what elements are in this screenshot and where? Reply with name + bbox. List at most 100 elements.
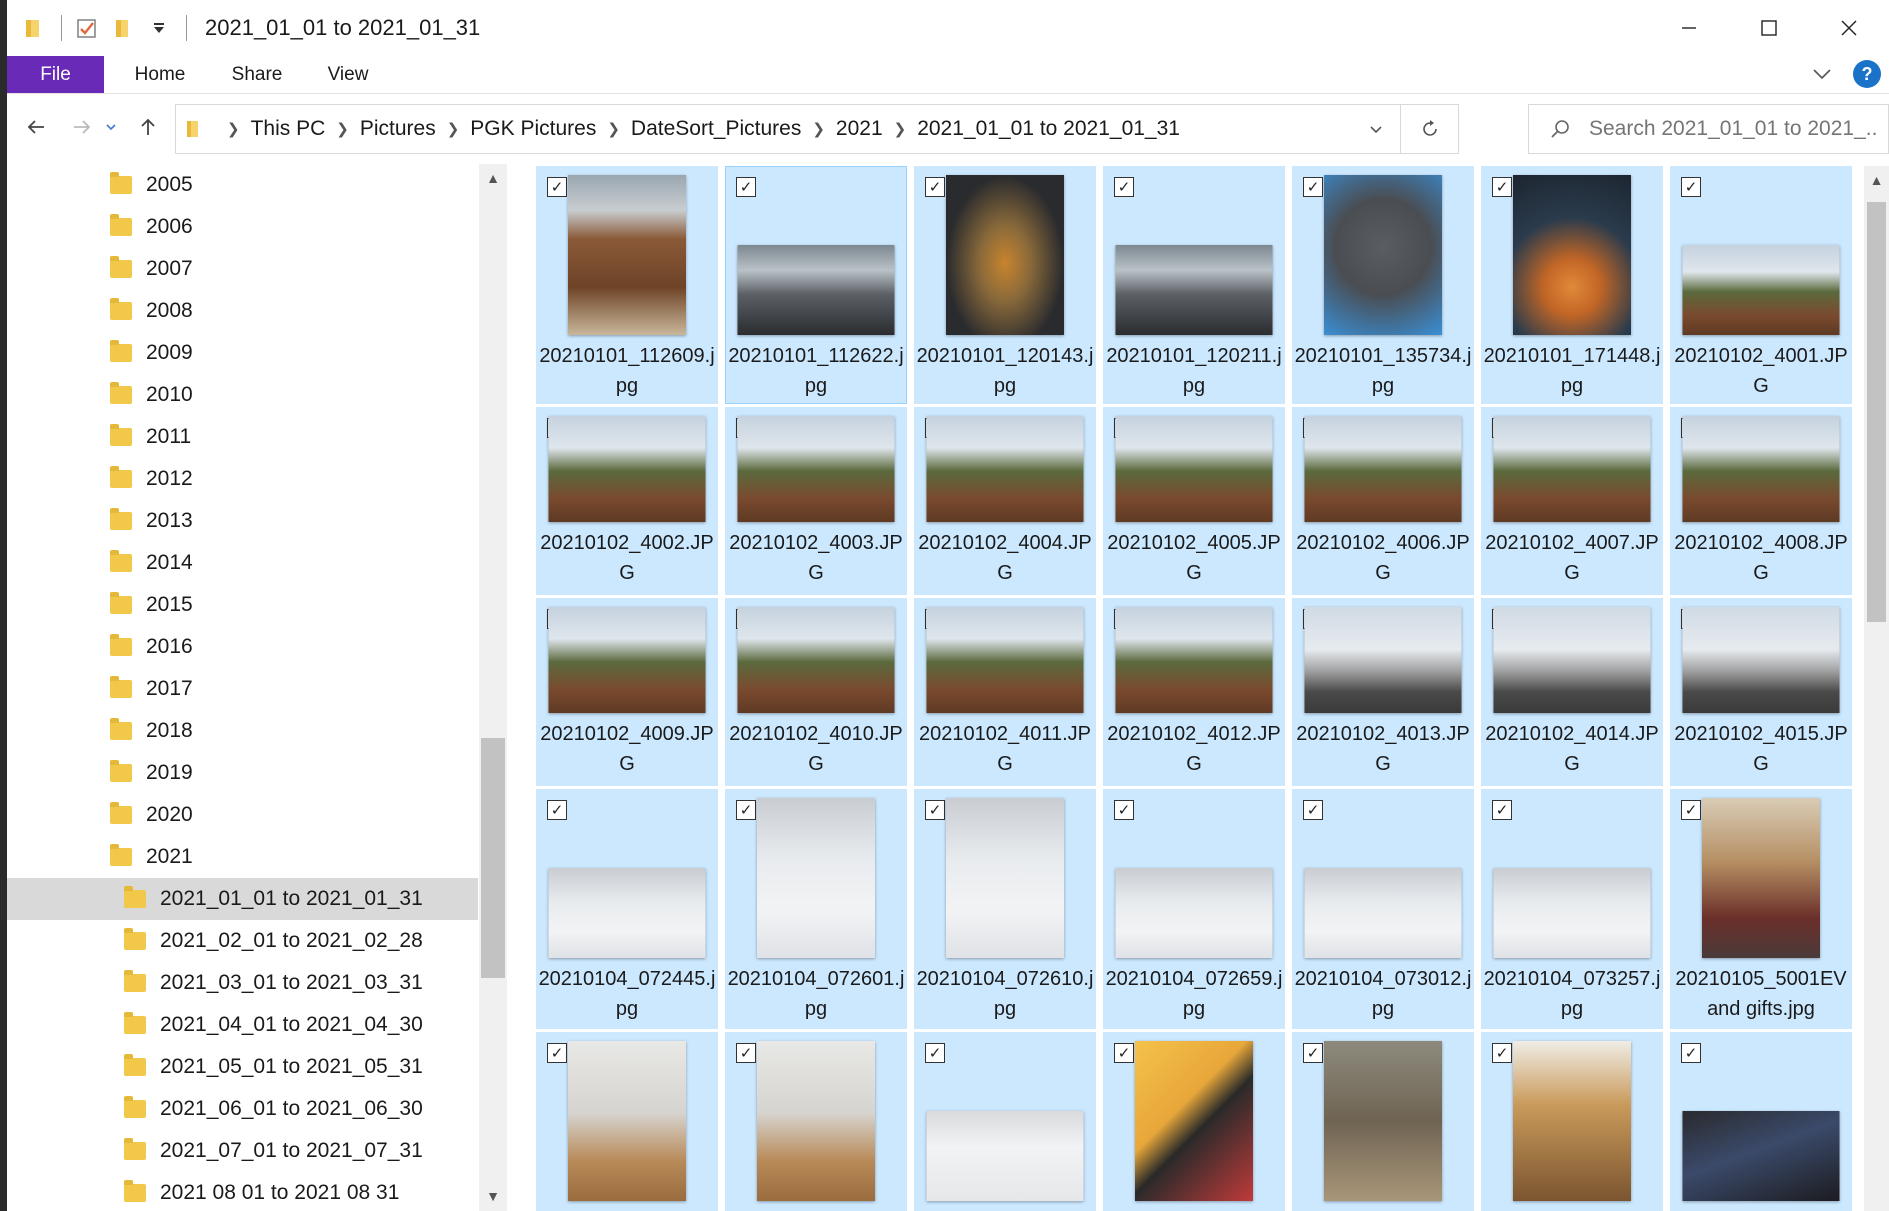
checkbox-icon[interactable]: ✓ [736, 1043, 756, 1063]
crumb-pictures[interactable]: Pictures [360, 117, 436, 141]
tree-subitem-2021-03[interactable]: 2021_03_01 to 2021_03_31 [7, 962, 478, 1004]
file-item[interactable]: ✓ 20210101_120211.jpg [1103, 166, 1285, 404]
file-item[interactable]: ✓20210102_4014.JPG [1481, 598, 1663, 786]
checkbox-icon[interactable]: ✓ [1114, 177, 1134, 197]
new-folder-icon[interactable] [110, 15, 136, 41]
file-item[interactable]: ✓ [1670, 1032, 1852, 1211]
checkbox-icon[interactable]: ✓ [1303, 177, 1323, 197]
checkbox-icon[interactable]: ✓ [1681, 800, 1701, 820]
file-item[interactable]: ✓20210102_4009.JPG [536, 598, 718, 786]
crumb-separator-icon[interactable]: ❯ [894, 120, 907, 138]
checkbox-icon[interactable]: ✓ [547, 177, 567, 197]
recent-dropdown-icon[interactable] [101, 110, 121, 144]
close-button[interactable] [1809, 0, 1889, 56]
crumb-separator-icon[interactable]: ❯ [447, 120, 460, 138]
scroll-down-arrow-icon[interactable]: ▼ [479, 1182, 507, 1210]
up-arrow-icon[interactable] [131, 110, 165, 144]
tree-item-2007[interactable]: 2007 [7, 248, 478, 290]
file-item[interactable]: ✓ [1292, 1032, 1474, 1211]
checkbox-icon[interactable]: ✓ [736, 177, 756, 197]
file-item[interactable]: ✓ 20210104_073257.jpg [1481, 789, 1663, 1029]
checkbox-icon[interactable]: ✓ [1114, 1043, 1134, 1063]
checkbox-icon[interactable]: ✓ [1303, 800, 1323, 820]
crumb-this-pc[interactable]: This PC [251, 117, 326, 141]
tree-item-2021[interactable]: 2021 [7, 836, 478, 878]
crumb-separator-icon[interactable]: ❯ [607, 120, 620, 138]
tree-subitem-2021-04[interactable]: 2021_04_01 to 2021_04_30 [7, 1004, 478, 1046]
checkbox-icon[interactable]: ✓ [925, 1043, 945, 1063]
checkbox-icon[interactable]: ✓ [1492, 1043, 1512, 1063]
tree-item-2014[interactable]: 2014 [7, 542, 478, 584]
content-scrollbar[interactable]: ▲ [1864, 166, 1889, 1211]
scroll-up-arrow-icon[interactable]: ▲ [479, 164, 507, 192]
file-item[interactable]: ✓20210102_4004.JPG [914, 407, 1096, 595]
file-item[interactable]: ✓20210102_4010.JPG [725, 598, 907, 786]
expand-ribbon-chevron-icon[interactable] [1811, 63, 1833, 85]
tree-subitem-2021-05[interactable]: 2021_05_01 to 2021_05_31 [7, 1046, 478, 1088]
tab-home[interactable]: Home [117, 56, 203, 93]
help-icon[interactable]: ? [1853, 60, 1881, 88]
file-item[interactable]: ✓ 20210101_171448.jpg [1481, 166, 1663, 404]
minimize-button[interactable] [1649, 0, 1729, 56]
crumb-current-folder[interactable]: 2021_01_01 to 2021_01_31 [917, 117, 1180, 141]
file-item[interactable]: ✓20210102_4002.JPG [536, 407, 718, 595]
tree-item-2005[interactable]: 2005 [7, 164, 478, 206]
file-item[interactable]: ✓ [914, 1032, 1096, 1211]
customize-dropdown-icon[interactable] [146, 15, 172, 41]
checkbox-icon[interactable]: ✓ [925, 177, 945, 197]
address-dropdown-icon[interactable] [1350, 105, 1400, 153]
checkbox-icon[interactable]: ✓ [925, 800, 945, 820]
checkbox-icon[interactable]: ✓ [1303, 1043, 1323, 1063]
address-bar[interactable]: ❯ This PC ❯ Pictures ❯ PGK Pictures ❯ Da… [175, 104, 1459, 154]
file-item[interactable]: ✓ 20210105_5001EV and gifts.jpg [1670, 789, 1852, 1029]
checkbox-icon[interactable]: ✓ [547, 800, 567, 820]
file-item[interactable]: ✓20210102_4008.JPG [1670, 407, 1852, 595]
tree-subitem-2021-01[interactable]: 2021_01_01 to 2021_01_31 [7, 878, 478, 920]
tree-item-2020[interactable]: 2020 [7, 794, 478, 836]
file-item[interactable]: ✓ 20210102_4001.JPG [1670, 166, 1852, 404]
tree-item-2016[interactable]: 2016 [7, 626, 478, 668]
crumb-pgk-pictures[interactable]: PGK Pictures [470, 117, 596, 141]
file-item[interactable]: ✓ [725, 1032, 907, 1211]
search-input[interactable] [1589, 117, 1879, 141]
file-item[interactable]: ✓20210102_4013.JPG [1292, 598, 1474, 786]
file-item[interactable]: ✓ 20210104_072610.jpg [914, 789, 1096, 1029]
file-item[interactable]: ✓20210102_4011.JPG [914, 598, 1096, 786]
tree-item-2015[interactable]: 2015 [7, 584, 478, 626]
checkbox-icon[interactable]: ✓ [1114, 800, 1134, 820]
tree-item-2009[interactable]: 2009 [7, 332, 478, 374]
tab-share[interactable]: Share [215, 56, 299, 93]
file-item[interactable]: ✓ 20210104_072445.jpg [536, 789, 718, 1029]
properties-check-icon[interactable] [74, 15, 100, 41]
tree-item-2010[interactable]: 2010 [7, 374, 478, 416]
tab-file[interactable]: File [7, 56, 104, 93]
file-item[interactable]: ✓ 20210104_072659.jpg [1103, 789, 1285, 1029]
file-item[interactable]: ✓ 20210101_135734.jpg [1292, 166, 1474, 404]
scrollbar-thumb[interactable] [481, 738, 505, 978]
tree-subitem-2021-08[interactable]: 2021 08 01 to 2021 08 31 [7, 1172, 478, 1211]
checkbox-icon[interactable]: ✓ [1681, 177, 1701, 197]
file-item[interactable]: ✓ 20210104_073012.jpg [1292, 789, 1474, 1029]
file-item[interactable]: ✓ [536, 1032, 718, 1211]
forward-arrow-icon[interactable] [65, 110, 99, 144]
file-item[interactable]: ✓ 20210104_072601.jpg [725, 789, 907, 1029]
file-item[interactable]: ✓ [1481, 1032, 1663, 1211]
crumb-2021[interactable]: 2021 [836, 117, 883, 141]
tab-view[interactable]: View [311, 56, 385, 93]
tree-item-2008[interactable]: 2008 [7, 290, 478, 332]
back-arrow-icon[interactable] [19, 110, 53, 144]
file-item[interactable]: ✓ [1103, 1032, 1285, 1211]
file-item[interactable]: ✓20210102_4007.JPG [1481, 407, 1663, 595]
tree-item-2012[interactable]: 2012 [7, 458, 478, 500]
scroll-up-arrow-icon[interactable]: ▲ [1864, 166, 1889, 194]
file-item[interactable]: ✓20210102_4005.JPG [1103, 407, 1285, 595]
crumb-separator-icon[interactable]: ❯ [336, 120, 349, 138]
tree-item-2017[interactable]: 2017 [7, 668, 478, 710]
file-item[interactable]: ✓ 20210101_112609.jpg [536, 166, 718, 404]
folder-icon[interactable] [21, 15, 47, 41]
checkbox-icon[interactable]: ✓ [547, 1043, 567, 1063]
tree-item-2013[interactable]: 2013 [7, 500, 478, 542]
navigation-pane-scrollbar[interactable]: ▲ ▼ [479, 164, 507, 1211]
tree-subitem-2021-06[interactable]: 2021_06_01 to 2021_06_30 [7, 1088, 478, 1130]
file-item[interactable]: ✓ 20210101_112622.jpg [725, 166, 907, 404]
